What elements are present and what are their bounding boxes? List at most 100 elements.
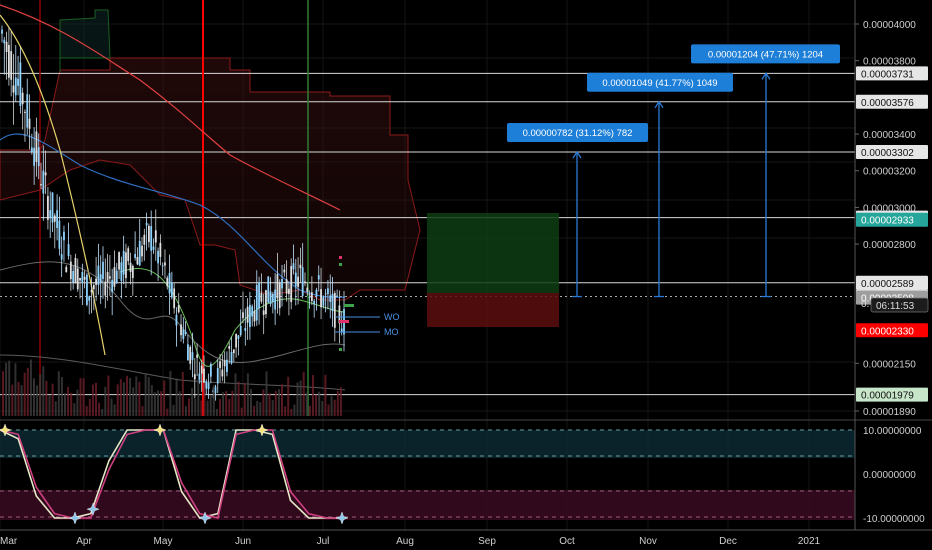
price-axis-label[interactable]: 0.00003400 xyxy=(863,130,916,141)
time-axis-label[interactable]: Oct xyxy=(559,536,575,547)
price-axis-label[interactable]: 0.00002150 xyxy=(863,359,916,370)
time-axis-label[interactable]: Jul xyxy=(317,536,330,547)
candle-body xyxy=(104,281,107,296)
candle-body xyxy=(95,278,98,285)
candle-body xyxy=(193,374,196,380)
price-axis-label[interactable]: 0.00004000 xyxy=(863,20,916,31)
volume-bar xyxy=(76,389,79,416)
candle-body xyxy=(74,257,77,284)
loss-zone xyxy=(427,293,559,327)
volume-bar xyxy=(188,398,190,416)
price-axis-label[interactable]: 0.00002800 xyxy=(863,240,916,251)
time-axis-label[interactable]: Apr xyxy=(76,536,92,547)
candle-body xyxy=(228,346,231,349)
time-axis-label[interactable]: Sep xyxy=(478,536,496,547)
candle-body xyxy=(265,290,267,315)
candle-body xyxy=(207,382,210,390)
volume-bar xyxy=(33,378,35,416)
candle-body xyxy=(86,274,88,305)
candle-body xyxy=(294,272,297,287)
candle-body xyxy=(143,234,146,245)
time-axis-label[interactable]: Jun xyxy=(235,536,251,547)
volume-bar xyxy=(231,390,234,416)
volume-bar xyxy=(95,382,97,416)
candle-body xyxy=(285,279,288,294)
volume-bar xyxy=(308,405,311,416)
level-tag-label: 0.00001979 xyxy=(861,391,914,402)
candle-body xyxy=(244,327,247,331)
candle-body xyxy=(26,94,29,128)
candle-body xyxy=(49,210,52,219)
target-callout-label[interactable]: 0.00000782 (31.12%) 782 xyxy=(523,128,633,139)
candle-body xyxy=(271,293,274,303)
candle-body xyxy=(310,292,313,302)
candle-body xyxy=(278,282,281,309)
volume-bar xyxy=(197,379,200,416)
candle-body xyxy=(216,368,219,384)
volume-bar xyxy=(215,408,218,416)
time-axis-label[interactable]: May xyxy=(154,536,173,547)
time-axis-label[interactable]: Dec xyxy=(719,536,737,547)
candle-body xyxy=(232,349,235,354)
candle-body xyxy=(274,289,277,310)
candle-body xyxy=(290,266,293,303)
countdown-label: 06:11:53 xyxy=(876,301,915,312)
chart-canvas[interactable]: WO MO 0.00000782 (31.12%) 782 0.00001049 … xyxy=(0,0,932,550)
volume-bar xyxy=(184,406,187,416)
candle-body xyxy=(67,244,70,256)
candle-body xyxy=(205,381,208,389)
candle-body xyxy=(209,363,212,377)
volume-bar xyxy=(48,395,51,416)
candle-body xyxy=(88,296,91,301)
price-axis-label[interactable]: 0.00003200 xyxy=(863,167,916,178)
level-tag-label: 0.00003576 xyxy=(861,98,914,109)
time-axis-label[interactable]: 2021 xyxy=(798,536,821,547)
volume-bar xyxy=(85,406,88,416)
candle-body xyxy=(12,85,15,93)
time-axis-label[interactable]: Nov xyxy=(639,536,657,547)
volume-bar xyxy=(315,394,318,416)
candle-body xyxy=(72,271,75,283)
price-tag-label: 0.00002330 xyxy=(861,326,914,337)
candle-body xyxy=(28,118,31,129)
oscillator-axis-label[interactable]: -10.00000000 xyxy=(863,514,925,525)
candle-body xyxy=(196,354,199,358)
volume-bar xyxy=(8,360,11,416)
volume-bar xyxy=(271,400,274,416)
volume-bar xyxy=(290,408,293,416)
candle-body xyxy=(19,62,22,106)
volume-bar xyxy=(262,389,265,416)
volume-bar xyxy=(119,379,122,416)
candle-body xyxy=(324,293,327,295)
volume-bar xyxy=(339,387,342,416)
candle-body xyxy=(331,293,334,312)
oscillator-axis-label[interactable]: 0.00000000 xyxy=(863,470,916,481)
candle-body xyxy=(3,39,6,44)
candle-body xyxy=(191,352,194,360)
candle-body xyxy=(301,267,304,296)
time-axis-label[interactable]: Aug xyxy=(396,536,414,547)
oscillator-axis-label[interactable]: 10.00000000 xyxy=(863,426,922,437)
candle-body xyxy=(122,250,125,275)
candle-body xyxy=(214,386,217,394)
target-callout-label[interactable]: 0.00001049 (41.77%) 1049 xyxy=(602,78,717,89)
time-axis-label[interactable]: Mar xyxy=(0,536,18,547)
candle-body xyxy=(299,264,302,269)
candle-body xyxy=(260,292,263,302)
candle-body xyxy=(253,311,256,322)
volume-bar xyxy=(153,392,156,416)
volume-bar xyxy=(299,380,302,416)
candle-body xyxy=(161,265,164,267)
volume-bar xyxy=(312,375,314,416)
candle-body xyxy=(115,270,118,284)
price-axis-label[interactable]: 0.00001890 xyxy=(863,407,916,418)
volume-bar xyxy=(336,390,339,416)
candle-body xyxy=(246,306,249,323)
volume-bar xyxy=(104,386,107,416)
candle-body xyxy=(131,265,134,278)
volume-bar xyxy=(293,404,296,416)
target-callout-label[interactable]: 0.00001204 (47.71%) 1204 xyxy=(708,49,823,60)
candle-body xyxy=(44,172,47,176)
candle-body xyxy=(170,282,173,298)
price-axis-label[interactable]: 0.00003800 xyxy=(863,57,916,68)
